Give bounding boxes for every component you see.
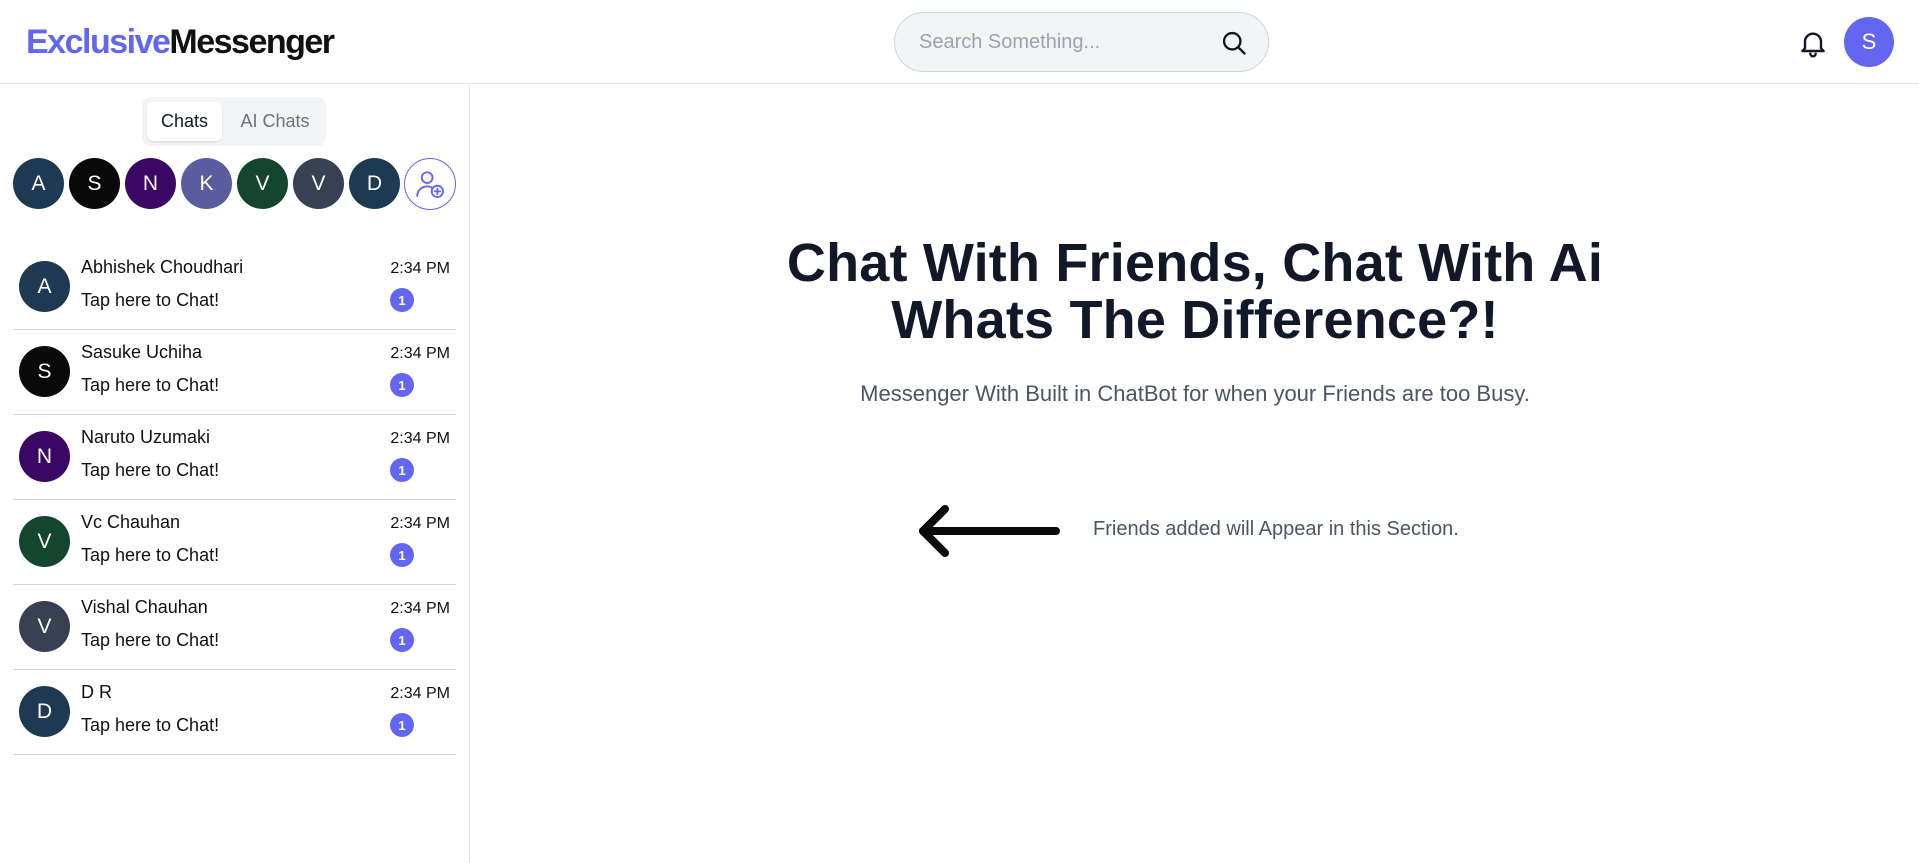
chat-preview: Tap here to Chat! <box>81 545 220 565</box>
search-bar <box>894 12 1269 72</box>
chat-list-item[interactable]: V Vishal Chauhan Tap here to Chat! 2:34 PM 1 <box>13 585 456 670</box>
chat-timestamp: 2:34 PM <box>390 515 450 532</box>
chat-avatar: S <box>19 346 70 397</box>
chat-list: A Abhishek Choudhari Tap here to Chat! 2:34… <box>13 245 456 755</box>
add-friend-icon <box>416 171 444 198</box>
chat-avatar: V <box>19 601 70 652</box>
bell-icon[interactable] <box>1797 27 1829 59</box>
chat-avatar: N <box>19 431 70 482</box>
hero-title: Chat With Friends, Chat With Ai Whats Th… <box>471 235 1919 349</box>
friends-hint: Friends added will Appear in this Sectio… <box>1093 518 1459 540</box>
unread-badge: 1 <box>390 288 414 312</box>
chat-contact-name: Sasuke Uchiha <box>81 342 203 362</box>
friend-avatar[interactable]: D <box>349 158 400 209</box>
chat-list-item[interactable]: S Sasuke Uchiha Tap here to Chat! 2:34 PM 1 <box>13 330 456 415</box>
friend-avatar[interactable]: V <box>293 158 344 209</box>
search-input[interactable] <box>919 25 1209 59</box>
chat-preview: Tap here to Chat! <box>81 460 220 480</box>
hero-subtitle: Messenger With Built in ChatBot for when… <box>860 381 1530 406</box>
unread-badge: 1 <box>390 713 414 737</box>
chat-contact-name: Vishal Chauhan <box>81 597 208 617</box>
unread-badge: 1 <box>390 543 414 567</box>
chat-avatar: D <box>19 686 70 737</box>
logo-part-exclusive: Exclusive <box>26 23 171 61</box>
friend-avatar[interactable]: V <box>237 158 288 209</box>
top-header: ExclusiveMessenger S <box>0 0 1919 84</box>
chat-contact-name: Vc Chauhan <box>81 512 181 532</box>
chat-timestamp: 2:34 PM <box>390 600 450 617</box>
chat-timestamp: 2:34 PM <box>390 430 450 447</box>
search-icon[interactable] <box>1220 29 1248 57</box>
chat-list-item[interactable]: A Abhishek Choudhari Tap here to Chat! 2:34… <box>13 245 456 330</box>
logo-part-messenger: Messenger <box>169 23 335 61</box>
unread-badge: 1 <box>390 373 414 397</box>
chat-preview: Tap here to Chat! <box>81 630 220 650</box>
chat-list-item[interactable]: V Vc Chauhan Tap here to Chat! 2:34 PM 1 <box>13 500 456 585</box>
chat-list-item[interactable]: N Naruto Uzumaki Tap here to Chat! 2:34 PM 1 <box>13 415 456 500</box>
unread-badge: 1 <box>390 458 414 482</box>
chat-timestamp: 2:34 PM <box>390 260 450 277</box>
chat-contact-name: D R <box>81 682 112 702</box>
chat-tabs: Chats AI Chats <box>142 97 326 146</box>
chat-timestamp: 2:34 PM <box>390 345 450 362</box>
chat-avatar: A <box>19 261 70 312</box>
chat-contact-name: Naruto Uzumaki <box>81 427 211 447</box>
chat-preview: Tap here to Chat! <box>81 715 220 735</box>
friend-avatar[interactable]: S <box>69 158 120 209</box>
chat-list-item[interactable]: D D R Tap here to Chat! 2:34 PM 1 <box>13 670 456 755</box>
chat-preview: Tap here to Chat! <box>81 375 220 395</box>
arrow-left-icon <box>919 505 1060 557</box>
friend-avatar[interactable]: K <box>181 158 232 209</box>
main-panel: Chat With Friends, Chat With Ai Whats Th… <box>471 85 1919 863</box>
chat-preview: Tap here to Chat! <box>81 290 220 310</box>
hero-title-line-2: Whats The Difference?! <box>891 290 1499 350</box>
user-avatar[interactable]: S <box>1844 17 1894 67</box>
tab-chats[interactable]: Chats <box>147 102 222 141</box>
tab-ai-chats[interactable]: AI Chats <box>228 102 322 141</box>
app-logo[interactable]: ExclusiveMessenger <box>26 20 335 64</box>
sidebar: Chats AI Chats ASNKVVD A Abhishek Choudha… <box>0 85 470 863</box>
hero-title-line-1: Chat With Friends, Chat With Ai <box>786 233 1604 293</box>
chat-timestamp: 2:34 PM <box>390 685 450 702</box>
chat-avatar: V <box>19 516 70 567</box>
friend-avatar[interactable]: A <box>13 158 64 209</box>
unread-badge: 1 <box>390 628 414 652</box>
chat-contact-name: Abhishek Choudhari <box>81 257 244 277</box>
friend-avatar[interactable]: N <box>125 158 176 209</box>
add-friend-button[interactable] <box>404 158 456 210</box>
